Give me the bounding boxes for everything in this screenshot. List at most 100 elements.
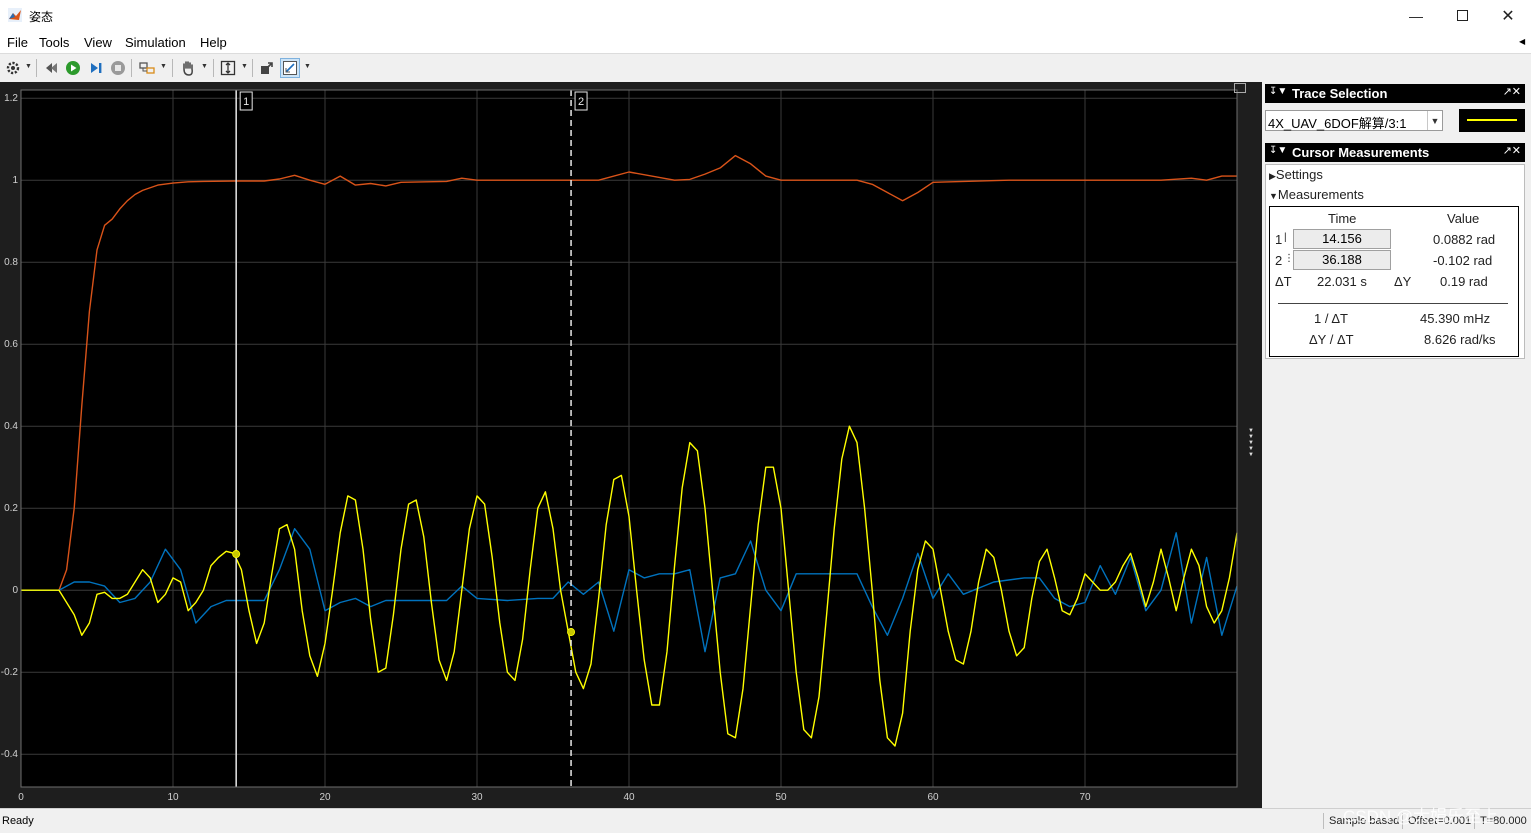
- cursor-1-marker: [232, 550, 241, 559]
- gear-icon: [6, 61, 20, 75]
- chevron-down-icon: ▼: [1269, 191, 1278, 201]
- export-icon: [261, 62, 273, 74]
- zoom-dropdown-icon[interactable]: ▼: [241, 63, 248, 70]
- highlight-button[interactable]: [137, 58, 157, 78]
- cursor-2-label: 2: [578, 96, 584, 108]
- minimize-icon: —: [1409, 7, 1423, 24]
- step-forward-icon: [91, 63, 102, 73]
- slope-label: ΔY / ΔT: [1309, 332, 1354, 347]
- inverse-delta-t-value: 45.390 mHz: [1420, 311, 1491, 326]
- delta-y-value: 0.19 rad: [1440, 274, 1488, 289]
- measurements-section-toggle[interactable]: ▼Measurements: [1269, 187, 1364, 202]
- y-tick-label: 0.2: [4, 503, 18, 514]
- pin-icon[interactable]: ↧▼: [1269, 145, 1287, 156]
- x-tick-label: 60: [927, 792, 939, 803]
- panel-collapse-arrows-icon[interactable]: ▼ ▼ ▼ ▼ ▼: [1248, 428, 1256, 458]
- scope-display[interactable]: 0 10 20 30 40 50 60 70 -0.4 -0.2 0 0.2 0.4 0.6 0.8 1 1.2…: [0, 82, 1262, 808]
- y-tick-label: 0.4: [4, 421, 18, 432]
- panel-controls-icon[interactable]: ↗✕: [1503, 85, 1521, 98]
- table-divider: [1278, 303, 1508, 304]
- menu-simulation[interactable]: Simulation: [125, 35, 186, 50]
- y-tick-label: -0.4: [1, 749, 19, 760]
- y-tick-label: -0.2: [1, 667, 19, 678]
- cursor-2-label: 2: [1275, 253, 1283, 268]
- trace-selection-header: ↧▼ Trace Selection ↗✕: [1265, 84, 1525, 103]
- minimize-button[interactable]: —: [1393, 0, 1439, 31]
- window-title: 姿态: [29, 10, 54, 24]
- close-icon: ✕: [1501, 7, 1515, 25]
- cursor-dropdown-icon[interactable]: ▼: [304, 63, 311, 70]
- x-tick-label: 20: [319, 792, 331, 803]
- solid-cursor-icon: |: [1284, 232, 1287, 243]
- status-bar: Ready Sample based Offset=0.001 T=80.000: [0, 808, 1531, 833]
- highlight-icon: [139, 62, 155, 74]
- x-tick-label: 50: [775, 792, 787, 803]
- step-forward-button[interactable]: [86, 58, 106, 78]
- trace-line-style[interactable]: [1459, 109, 1525, 132]
- menu-tools[interactable]: Tools: [39, 35, 69, 50]
- highlight-dropdown-icon[interactable]: ▼: [160, 63, 167, 70]
- y-tick-label: 1: [12, 175, 18, 186]
- menu-view[interactable]: View: [84, 35, 112, 50]
- title-bar: 姿态 — ✕: [0, 0, 1531, 31]
- delta-t-value: 22.031 s: [1317, 274, 1367, 289]
- cursor-measurements-header: ↧▼ Cursor Measurements ↗✕: [1265, 143, 1525, 162]
- chevron-right-icon: ▶: [1269, 171, 1276, 181]
- cursor-2-marker: [567, 628, 576, 637]
- matlab-logo-icon: [8, 8, 22, 22]
- menu-help[interactable]: Help: [200, 35, 227, 50]
- maximize-icon: [1456, 10, 1468, 21]
- cursor-measure-icon: [283, 61, 297, 75]
- cursor-1-time-input[interactable]: 14.156: [1293, 229, 1391, 249]
- chevron-down-icon[interactable]: ▼: [1427, 111, 1442, 130]
- pan-dropdown-icon[interactable]: ▼: [201, 63, 208, 70]
- settings-section-toggle[interactable]: ▶Settings: [1269, 167, 1323, 182]
- trace-selection-title: Trace Selection: [1292, 86, 1388, 101]
- cursor-2-time-input[interactable]: 36.188: [1293, 250, 1391, 270]
- pan-icon: [183, 61, 193, 76]
- step-back-icon: [46, 63, 57, 73]
- stop-button[interactable]: [108, 58, 128, 78]
- run-button[interactable]: [63, 58, 83, 78]
- cursor-measurements-panel: ▶Settings ▼Measurements Time Value 1 | 1…: [1265, 164, 1525, 359]
- cursor-measure-button[interactable]: [280, 58, 300, 78]
- zoom-fit-button[interactable]: [218, 58, 238, 78]
- x-tick-label: 10: [167, 792, 179, 803]
- export-button[interactable]: [257, 58, 277, 78]
- config-dropdown-icon[interactable]: ▼: [25, 63, 32, 70]
- col-time-header: Time: [1328, 211, 1357, 226]
- measurements-table: Time Value 1 | 14.156 0.0882 rad 2 ⋮ 36.…: [1269, 206, 1519, 357]
- panel-controls-icon[interactable]: ↗✕: [1503, 144, 1521, 157]
- x-tick-label: 30: [471, 792, 483, 803]
- maximize-button[interactable]: [1439, 0, 1485, 31]
- stop-icon: [111, 61, 125, 75]
- menu-overflow-icon[interactable]: ◀: [1519, 37, 1525, 46]
- menu-bar: File Tools View Simulation Help ◀: [0, 31, 1531, 53]
- y-tick-label: 0: [12, 585, 18, 596]
- side-panel: ↧▼ Trace Selection ↗✕ 4X_UAV_6DOF解算/3:1 …: [1262, 82, 1531, 808]
- pan-button[interactable]: [178, 58, 198, 78]
- cursor-1-label: 1: [1275, 232, 1283, 247]
- y-tick-label: 0.8: [4, 257, 18, 268]
- pin-icon[interactable]: ↧▼: [1269, 86, 1287, 97]
- y-tick-label: 0.6: [4, 339, 18, 350]
- x-tick-label: 0: [18, 792, 24, 803]
- col-value-header: Value: [1447, 211, 1480, 226]
- trace-select-dropdown[interactable]: 4X_UAV_6DOF解算/3:1 ▼: [1265, 110, 1443, 131]
- menu-file[interactable]: File: [7, 35, 28, 50]
- run-icon: [66, 61, 80, 75]
- config-button[interactable]: [3, 58, 23, 78]
- trace-select-value: 4X_UAV_6DOF解算/3:1: [1268, 116, 1407, 131]
- inverse-delta-t-label: 1 / ΔT: [1314, 311, 1348, 326]
- cursor-2-value: -0.102 rad: [1433, 253, 1493, 268]
- close-button[interactable]: ✕: [1485, 0, 1531, 31]
- scope-plot[interactable]: 0 10 20 30 40 50 60 70 -0.4 -0.2 0 0.2 0.4 0.6 0.8 1 1.2…: [0, 82, 1262, 808]
- x-tick-label: 70: [1079, 792, 1091, 803]
- toolbar: ▼ ▼ ▼ ▼ ▼: [0, 53, 1531, 83]
- delta-t-label: ΔT: [1275, 274, 1292, 289]
- cursor-measurements-title: Cursor Measurements: [1292, 145, 1430, 160]
- step-back-button[interactable]: [41, 58, 61, 78]
- cursor-1-value: 0.0882 rad: [1433, 232, 1496, 247]
- undock-axes-icon[interactable]: [1234, 83, 1246, 93]
- watermark: CSDN @大娟乐至上: [1343, 807, 1499, 826]
